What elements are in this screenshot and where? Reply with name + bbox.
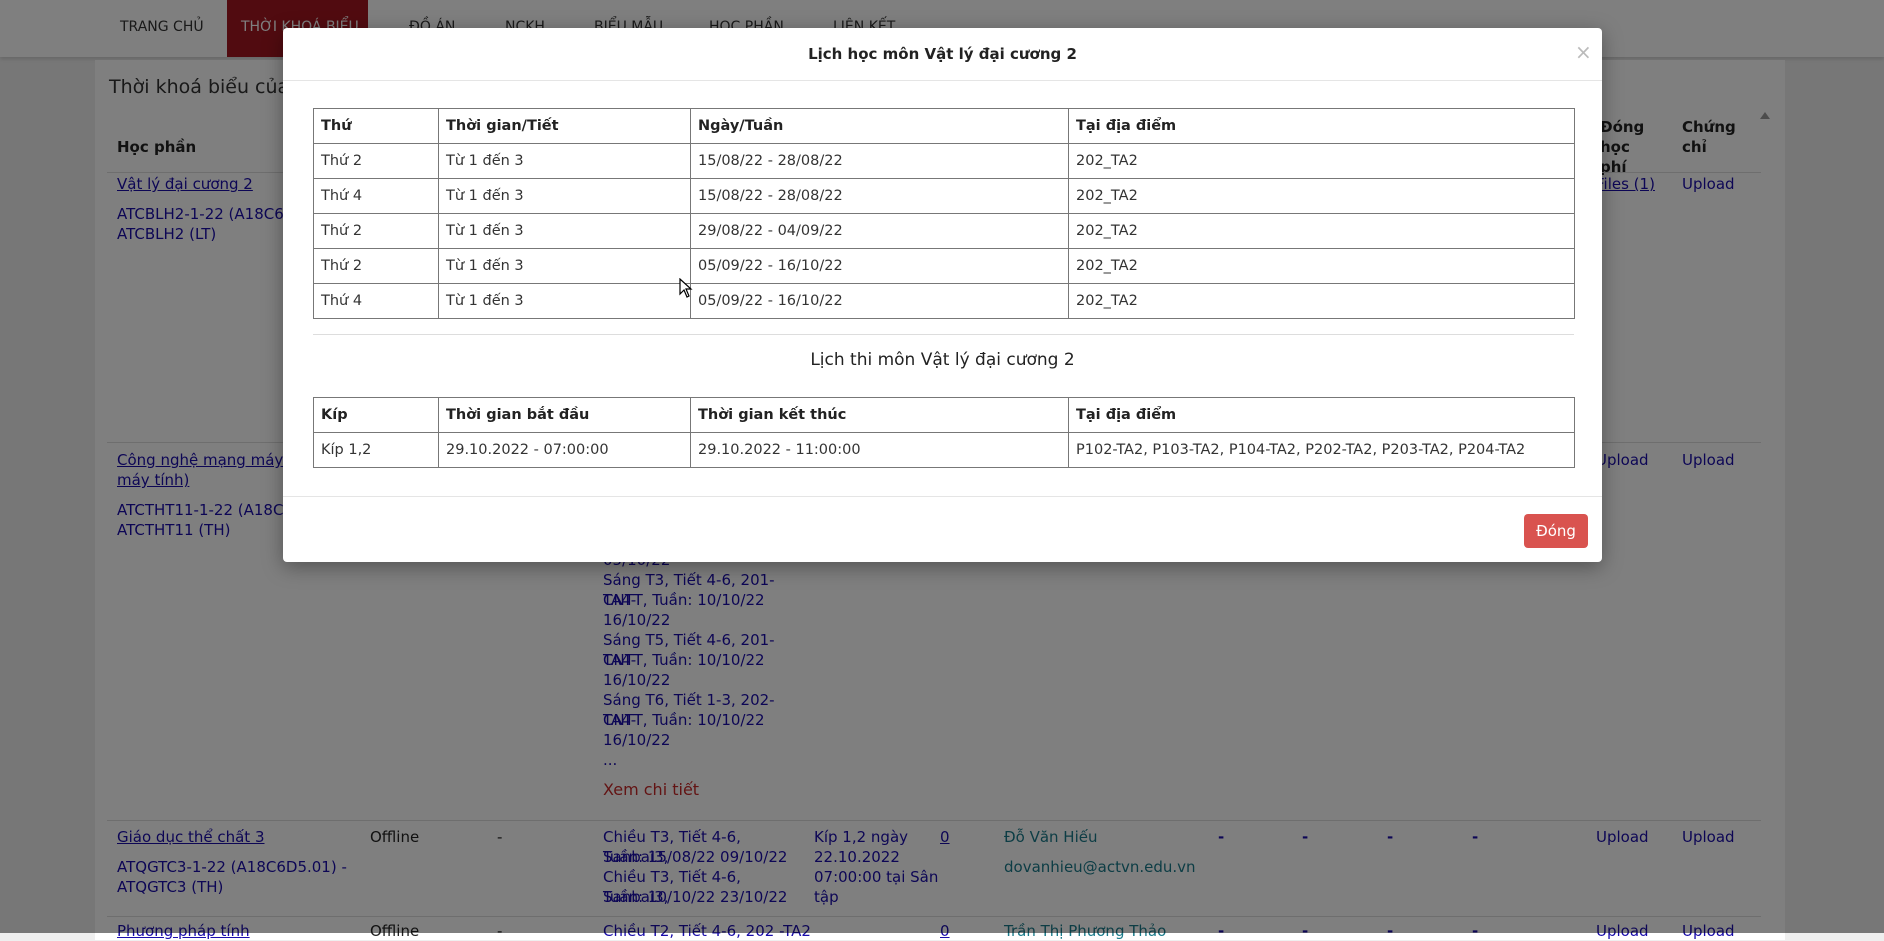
header-day: Thứ [313,108,439,144]
close-icon[interactable]: × [1575,40,1592,64]
exam-schedule-table: Kíp Thời gian bắt đầu Thời gian kết thúc… [313,397,1575,468]
cell-location: 202_TA2 [1068,283,1575,319]
cell-period: Từ 1 đến 3 [438,178,691,214]
header-period: Thời gian/Tiết [438,108,691,144]
cell-period: Từ 1 đến 3 [438,283,691,319]
cell-day: Thứ 4 [313,283,439,319]
cell-day: Thứ 2 [313,143,439,179]
table-row: Thứ 2 Từ 1 đến 3 29/08/22 - 04/09/22 202… [313,213,1575,249]
modal-title: Lịch học môn Vật lý đại cương 2 [808,45,1077,63]
cell-location: 202_TA2 [1068,248,1575,284]
cell-week: 15/08/22 - 28/08/22 [690,178,1069,214]
header-location: Tại địa điểm [1068,397,1575,433]
cell-location: P102-TA2, P103-TA2, P104-TA2, P202-TA2, … [1068,432,1575,468]
cell-day: Thứ 2 [313,248,439,284]
table-row: Kíp 1,2 29.10.2022 - 07:00:00 29.10.2022… [313,432,1575,468]
header-start-time: Thời gian bắt đầu [438,397,691,433]
table-row: Thứ 2 Từ 1 đến 3 15/08/22 - 28/08/22 202… [313,143,1575,179]
cell-period: Từ 1 đến 3 [438,143,691,179]
cell-location: 202_TA2 [1068,178,1575,214]
close-button[interactable]: Đóng [1524,514,1588,548]
cell-end-time: 29.10.2022 - 11:00:00 [690,432,1069,468]
table-header-row: Kíp Thời gian bắt đầu Thời gian kết thúc… [313,397,1575,433]
exam-schedule-title: Lịch thi môn Vật lý đại cương 2 [810,350,1075,370]
cell-day: Thứ 4 [313,178,439,214]
cell-location: 202_TA2 [1068,213,1575,249]
header-end-time: Thời gian kết thúc [690,397,1069,433]
table-row: Thứ 4 Từ 1 đến 3 05/09/22 - 16/10/22 202… [313,283,1575,319]
cell-start-time: 29.10.2022 - 07:00:00 [438,432,691,468]
cell-week: 05/09/22 - 16/10/22 [690,283,1069,319]
cell-week: 29/08/22 - 04/09/22 [690,213,1069,249]
table-row: Thứ 2 Từ 1 đến 3 05/09/22 - 16/10/22 202… [313,248,1575,284]
mouse-cursor-icon [679,278,693,298]
header-location: Tại địa điểm [1068,108,1575,144]
table-row: Thứ 4 Từ 1 đến 3 15/08/22 - 28/08/22 202… [313,178,1575,214]
cell-week: 15/08/22 - 28/08/22 [690,143,1069,179]
modal-footer-divider [283,496,1602,497]
section-divider [313,334,1574,335]
schedule-modal: Lịch học môn Vật lý đại cương 2 × Thứ Th… [283,28,1602,562]
cell-shift: Kíp 1,2 [313,432,439,468]
header-week: Ngày/Tuần [690,108,1069,144]
cell-location: 202_TA2 [1068,143,1575,179]
class-schedule-table: Thứ Thời gian/Tiết Ngày/Tuần Tại địa điể… [313,108,1575,319]
cell-day: Thứ 2 [313,213,439,249]
cell-period: Từ 1 đến 3 [438,248,691,284]
table-header-row: Thứ Thời gian/Tiết Ngày/Tuần Tại địa điể… [313,108,1575,144]
cell-period: Từ 1 đến 3 [438,213,691,249]
header-shift: Kíp [313,397,439,433]
cell-week: 05/09/22 - 16/10/22 [690,248,1069,284]
